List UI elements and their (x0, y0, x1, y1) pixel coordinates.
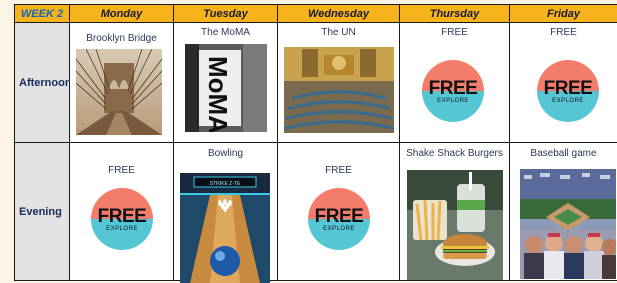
badge-explore-text: EXPLORE (422, 98, 484, 104)
free-explore-badge: FREE EXPLORE (91, 188, 153, 250)
cell-afternoon-friday: FREE FREE EXPLORE (510, 23, 617, 143)
cell-evening-tuesday: Bowling STRIKE Z-TE (174, 143, 278, 281)
brooklyn-bridge-photo (76, 49, 162, 135)
badge-free-text: FREE (308, 206, 370, 228)
badge-explore-text: EXPLORE (537, 98, 599, 104)
badge-explore-text: EXPLORE (91, 226, 153, 232)
cell-title: Bowling (174, 148, 277, 159)
shake-shack-burger-photo (407, 170, 503, 280)
week-label: WEEK 2 (15, 5, 70, 23)
un-general-assembly-photo (284, 47, 394, 133)
badge-free-text: FREE (422, 78, 484, 100)
header-row: WEEK 2 Monday Tuesday Wednesday Thursday… (15, 5, 617, 23)
day-tuesday: Tuesday (174, 5, 278, 23)
cell-title: FREE (70, 165, 173, 176)
free-explore-badge: FREE EXPLORE (308, 188, 370, 250)
cell-title: FREE (400, 27, 509, 38)
free-explore-badge: FREE EXPLORE (537, 60, 599, 122)
cell-title: FREE (510, 27, 617, 38)
badge-free-text: FREE (91, 206, 153, 228)
row-label-afternoon: Afternoon (15, 23, 70, 143)
cell-title: The UN (278, 27, 399, 38)
cell-title: Shake Shack Burgers (400, 148, 509, 159)
moma-sign-text: MoMA (203, 56, 233, 132)
day-thursday: Thursday (400, 5, 510, 23)
moma-sign-photo: MoMA (185, 44, 267, 132)
cell-title: Baseball game (510, 148, 617, 159)
bowling-sign-text: STRIKE Z-TE (210, 181, 241, 187)
badge-free-text: FREE (537, 78, 599, 100)
cell-evening-thursday: Shake Shack Burgers (400, 143, 510, 281)
free-explore-badge: FREE EXPLORE (422, 60, 484, 122)
schedule-page: WEEK 2 Monday Tuesday Wednesday Thursday… (0, 0, 617, 281)
day-friday: Friday (510, 5, 617, 23)
evening-row: Evening FREE FREE EXPLORE Bowling STRIKE… (15, 143, 617, 281)
weekly-schedule-table: WEEK 2 Monday Tuesday Wednesday Thursday… (14, 4, 617, 281)
bowling-alley-photo: STRIKE Z-TE (180, 173, 270, 283)
cell-afternoon-wednesday: The UN (278, 23, 400, 143)
row-label-evening: Evening (15, 143, 70, 281)
day-wednesday: Wednesday (278, 5, 400, 23)
baseball-stadium-photo (520, 169, 616, 279)
cell-evening-wednesday: FREE FREE EXPLORE (278, 143, 400, 281)
afternoon-row: Afternoon Brooklyn Bridge (15, 23, 617, 143)
cell-afternoon-tuesday: The MoMA MoMA (174, 23, 278, 143)
cell-title: Brooklyn Bridge (70, 33, 173, 44)
cell-evening-monday: FREE FREE EXPLORE (70, 143, 174, 281)
cell-title: FREE (278, 165, 399, 176)
badge-explore-text: EXPLORE (308, 226, 370, 232)
cell-title: The MoMA (174, 27, 277, 38)
day-monday: Monday (70, 5, 174, 23)
cell-afternoon-monday: Brooklyn Bridge (70, 23, 174, 143)
cell-evening-friday: Baseball game (510, 143, 617, 281)
cell-afternoon-thursday: FREE FREE EXPLORE (400, 23, 510, 143)
